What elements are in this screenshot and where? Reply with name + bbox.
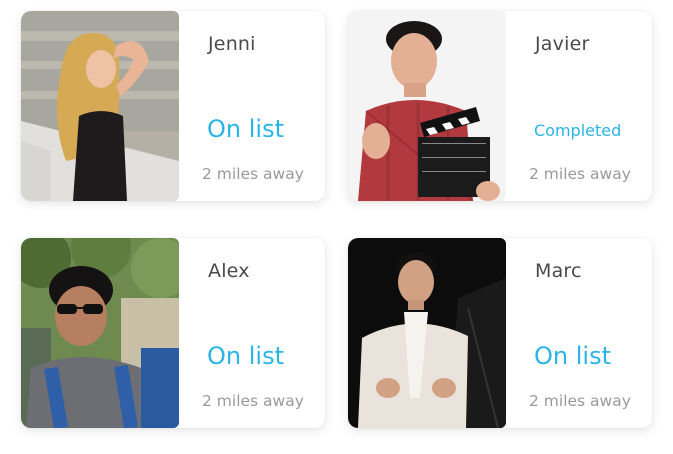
contact-card-alex[interactable]: Alex On list 2 miles away xyxy=(21,238,325,428)
contact-name: Alex xyxy=(208,260,250,282)
status-label: On list xyxy=(207,115,284,143)
distance-label: 2 miles away xyxy=(202,165,304,183)
contact-card-marc[interactable]: Marc On list 2 miles away xyxy=(348,238,652,428)
status-label: Completed xyxy=(534,121,622,140)
profile-photo xyxy=(21,11,179,201)
contact-name: Jenni xyxy=(208,33,256,55)
profile-photo xyxy=(348,238,506,428)
status-label: On list xyxy=(207,342,284,370)
profile-photo xyxy=(348,11,506,201)
distance-label: 2 miles away xyxy=(529,392,631,410)
contact-name: Javier xyxy=(535,33,590,55)
distance-label: 2 miles away xyxy=(529,165,631,183)
distance-label: 2 miles away xyxy=(202,392,304,410)
status-label: On list xyxy=(534,342,611,370)
contact-card-jenni[interactable]: Jenni On list 2 miles away xyxy=(21,11,325,201)
profile-photo xyxy=(21,238,179,428)
contact-card-javier[interactable]: Javier Completed 2 miles away xyxy=(348,11,652,201)
contact-name: Marc xyxy=(535,260,582,282)
